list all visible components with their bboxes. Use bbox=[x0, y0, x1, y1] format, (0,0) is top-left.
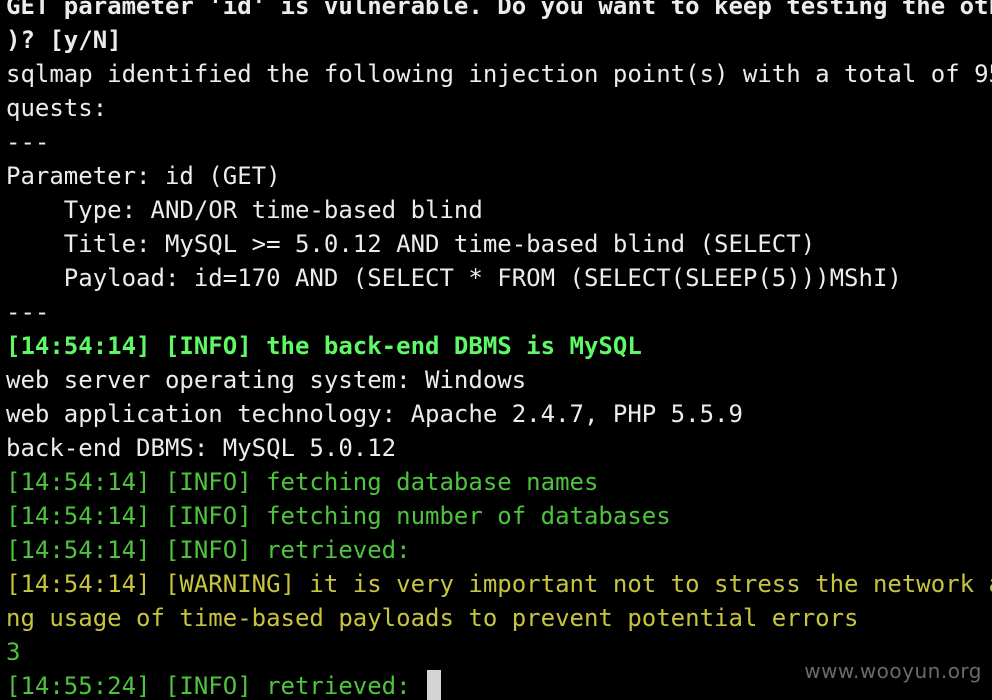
terminal-output: GET parameter 'id' is vulnerable. Do you… bbox=[6, 0, 992, 700]
terminal-line-info: [14:54:14] [INFO] fetching database name… bbox=[6, 468, 599, 496]
terminal-line-info: [14:54:14] [INFO] retrieved: bbox=[6, 536, 411, 564]
terminal-line: sqlmap identified the following injectio… bbox=[6, 60, 992, 88]
terminal-separator: --- bbox=[6, 298, 50, 326]
terminal-line-payload: Payload: id=170 AND (SELECT * FROM (SELE… bbox=[6, 264, 902, 292]
terminal-line: web server operating system: Windows bbox=[6, 366, 527, 394]
terminal-line-warning: [14:54:14] [WARNING] it is very importan… bbox=[6, 570, 992, 598]
cursor bbox=[427, 670, 442, 700]
terminal-line: back-end DBMS: MySQL 5.0.12 bbox=[6, 434, 397, 462]
terminal-line-title: Title: MySQL >= 5.0.12 AND time-based bl… bbox=[6, 230, 816, 258]
watermark: www.wooyun.org bbox=[804, 659, 982, 683]
terminal-line-warning: ng usage of time-based payloads to preve… bbox=[6, 604, 859, 632]
terminal-line-current-text: [14:55:24] [INFO] retrieved: bbox=[6, 672, 426, 700]
terminal-separator: --- bbox=[6, 128, 50, 156]
terminal-line: quests: bbox=[6, 94, 108, 122]
terminal-line-info: [14:54:14] [INFO] the back-end DBMS is M… bbox=[6, 332, 642, 360]
terminal-line-prompt-question: GET parameter 'id' is vulnerable. Do you… bbox=[6, 0, 992, 20]
terminal-line-info: [14:54:14] [INFO] fetching number of dat… bbox=[6, 502, 671, 530]
terminal-line-parameter: Parameter: id (GET) bbox=[6, 162, 281, 190]
terminal-line: web application technology: Apache 2.4.7… bbox=[6, 400, 743, 428]
terminal-line-prompt-answer: )? [y/N] bbox=[6, 26, 122, 54]
terminal-line-type: Type: AND/OR time-based blind bbox=[6, 196, 483, 224]
terminal-window[interactable]: GET parameter 'id' is vulnerable. Do you… bbox=[0, 0, 992, 700]
